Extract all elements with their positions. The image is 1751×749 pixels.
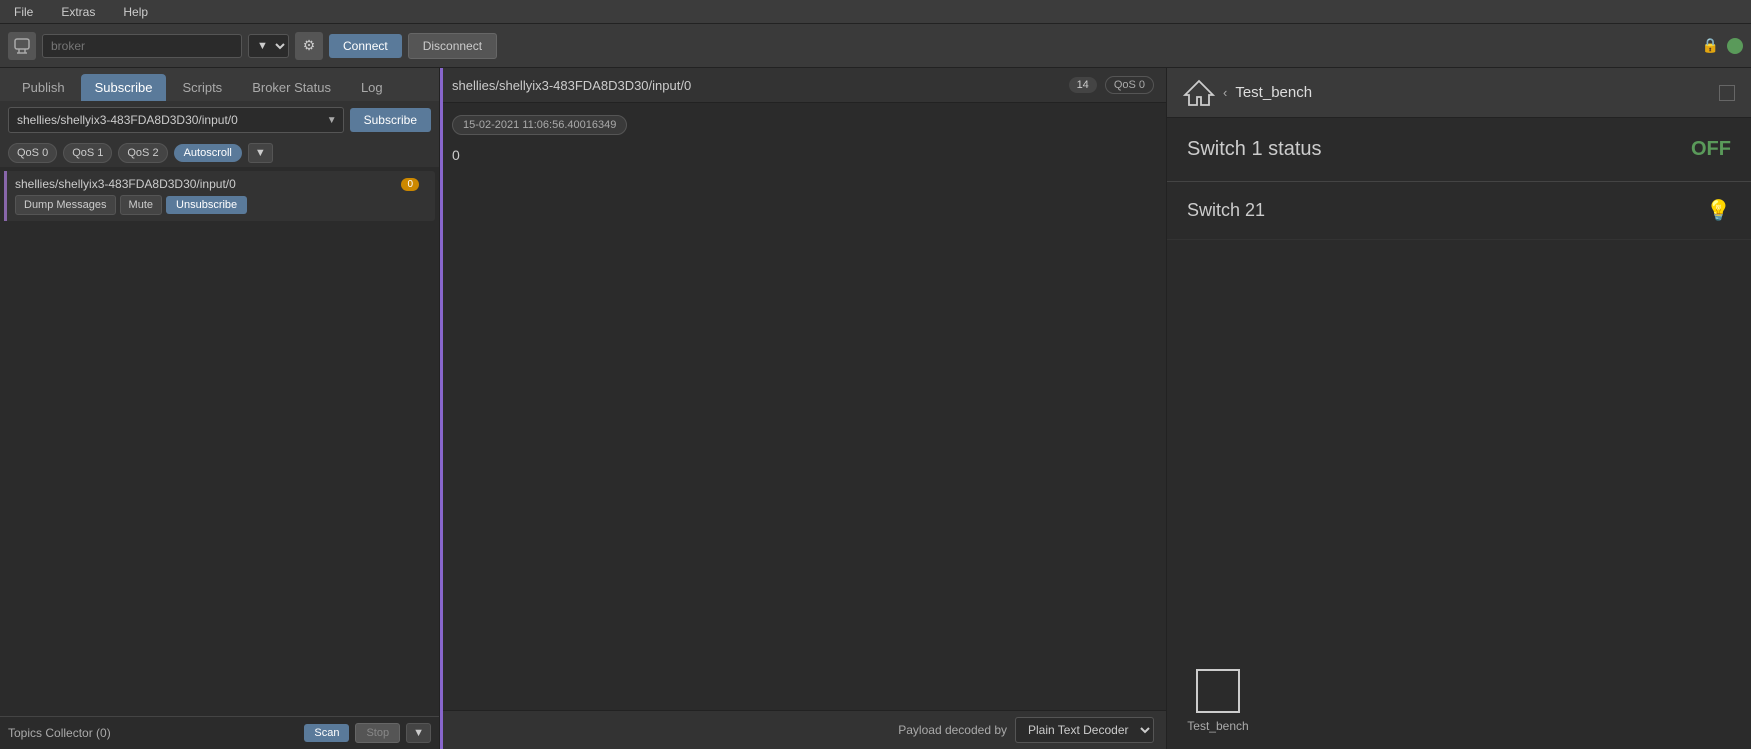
testbench-square-icon <box>1196 669 1240 713</box>
subscription-badge: 0 <box>401 178 419 191</box>
payload-bar: Payload decoded by Plain Text Decoder <box>440 710 1166 749</box>
switch-status-row: Switch 1 status OFF <box>1167 118 1751 182</box>
broker-input[interactable] <box>42 34 242 58</box>
scan-button[interactable]: Scan <box>304 724 349 742</box>
autoscroll-button[interactable]: Autoscroll <box>174 144 242 162</box>
menu-file[interactable]: File <box>8 3 39 21</box>
connection-bar: ▼ ⚙ Connect Disconnect 🔒 <box>0 24 1751 68</box>
bulb-icon: 💡 <box>1706 198 1731 223</box>
subscription-topic-label: shellies/shellyix3-483FDA8D3D30/input/0 <box>15 177 401 191</box>
subscription-item-inner: shellies/shellyix3-483FDA8D3D30/input/0 … <box>15 177 427 215</box>
message-count-badge: 14 <box>1069 77 1097 93</box>
settings-button[interactable]: ⚙ <box>295 32 323 60</box>
message-header: shellies/shellyix3-483FDA8D3D30/input/0 … <box>440 68 1166 103</box>
message-qos-badge: QoS 0 <box>1105 76 1154 94</box>
switch-status-value: OFF <box>1691 138 1731 161</box>
message-content: 15-02-2021 11:06:56.40016349 0 <box>440 103 1166 710</box>
window-control-box[interactable] <box>1719 85 1735 101</box>
lock-icon: 🔒 <box>1702 37 1719 54</box>
subscribe-bar: ▼ Subscribe <box>0 101 439 139</box>
tab-log[interactable]: Log <box>347 74 397 101</box>
topics-more-button[interactable]: ▼ <box>406 723 431 743</box>
dump-messages-button[interactable]: Dump Messages <box>15 195 116 215</box>
tab-subscribe[interactable]: Subscribe <box>81 74 167 101</box>
menu-extras[interactable]: Extras <box>55 3 101 21</box>
topics-collector: Topics Collector (0) Scan Stop ▼ <box>0 716 439 749</box>
topic-input[interactable] <box>9 108 321 132</box>
qos1-button[interactable]: QoS 1 <box>63 143 112 163</box>
dashboard-content-area: Test_bench <box>1167 240 1751 749</box>
unsubscribe-button[interactable]: Unsubscribe <box>166 196 247 214</box>
window-controls <box>1719 85 1735 101</box>
dashboard-header: ‹ Test_bench <box>1167 68 1751 118</box>
subscription-list: shellies/shellyix3-483FDA8D3D30/input/0 … <box>0 167 439 227</box>
tab-scripts[interactable]: Scripts <box>168 74 236 101</box>
switch-status-label: Switch 1 status <box>1187 138 1691 161</box>
topic-input-wrap: ▼ <box>8 107 344 133</box>
tab-publish[interactable]: Publish <box>8 74 79 101</box>
more-button[interactable]: ▼ <box>248 143 273 163</box>
disconnect-button[interactable]: Disconnect <box>408 33 497 59</box>
subscription-item: shellies/shellyix3-483FDA8D3D30/input/0 … <box>4 171 435 221</box>
spacer <box>0 227 439 716</box>
mute-button[interactable]: Mute <box>120 195 162 215</box>
qos-bar: QoS 0 QoS 1 QoS 2 Autoscroll ▼ <box>0 139 439 167</box>
back-arrow: ‹ <box>1223 85 1227 100</box>
topics-collector-label: Topics Collector (0) <box>8 726 298 740</box>
stop-button[interactable]: Stop <box>355 723 400 743</box>
message-topic-text: shellies/shellyix3-483FDA8D3D30/input/0 <box>452 78 1061 93</box>
message-value: 0 <box>452 143 1154 167</box>
menu-bar: File Extras Help <box>0 0 1751 24</box>
connection-status-indicator <box>1727 38 1743 54</box>
left-panel-content: shellies/shellyix3-483FDA8D3D30/input/0 … <box>0 167 439 749</box>
left-panel: Publish Subscribe Scripts Broker Status … <box>0 68 440 749</box>
tab-broker-status[interactable]: Broker Status <box>238 74 345 101</box>
home-button[interactable] <box>1183 77 1215 109</box>
broker-dropdown[interactable]: ▼ <box>248 34 289 58</box>
dashboard-title: Test_bench <box>1235 84 1711 101</box>
connect-button[interactable]: Connect <box>329 34 402 58</box>
tab-bar: Publish Subscribe Scripts Broker Status … <box>0 68 439 101</box>
menu-help[interactable]: Help <box>117 3 154 21</box>
message-timestamp: 15-02-2021 11:06:56.40016349 <box>452 115 627 135</box>
main-area: Publish Subscribe Scripts Broker Status … <box>0 68 1751 749</box>
right-panel: ‹ Test_bench Switch 1 status OFF Switch … <box>1166 68 1751 749</box>
switch21-label: Switch 21 <box>1187 200 1706 221</box>
broker-icon <box>8 32 36 60</box>
qos2-button[interactable]: QoS 2 <box>118 143 167 163</box>
switch21-row: Switch 21 💡 <box>1167 182 1751 240</box>
connection-status-icons: 🔒 <box>1702 37 1743 54</box>
payload-decoded-label: Payload decoded by <box>898 723 1007 737</box>
sub-actions: Dump Messages Mute Unsubscribe <box>15 195 427 215</box>
qos0-button[interactable]: QoS 0 <box>8 143 57 163</box>
payload-decoder-select[interactable]: Plain Text Decoder <box>1015 717 1154 743</box>
message-panel: shellies/shellyix3-483FDA8D3D30/input/0 … <box>440 68 1166 749</box>
subscribe-button[interactable]: Subscribe <box>350 108 431 132</box>
topic-dropdown-arrow[interactable]: ▼ <box>321 111 343 130</box>
testbench-icon-label: Test_bench <box>1187 719 1248 733</box>
testbench-icon-area: Test_bench <box>1167 653 1751 749</box>
